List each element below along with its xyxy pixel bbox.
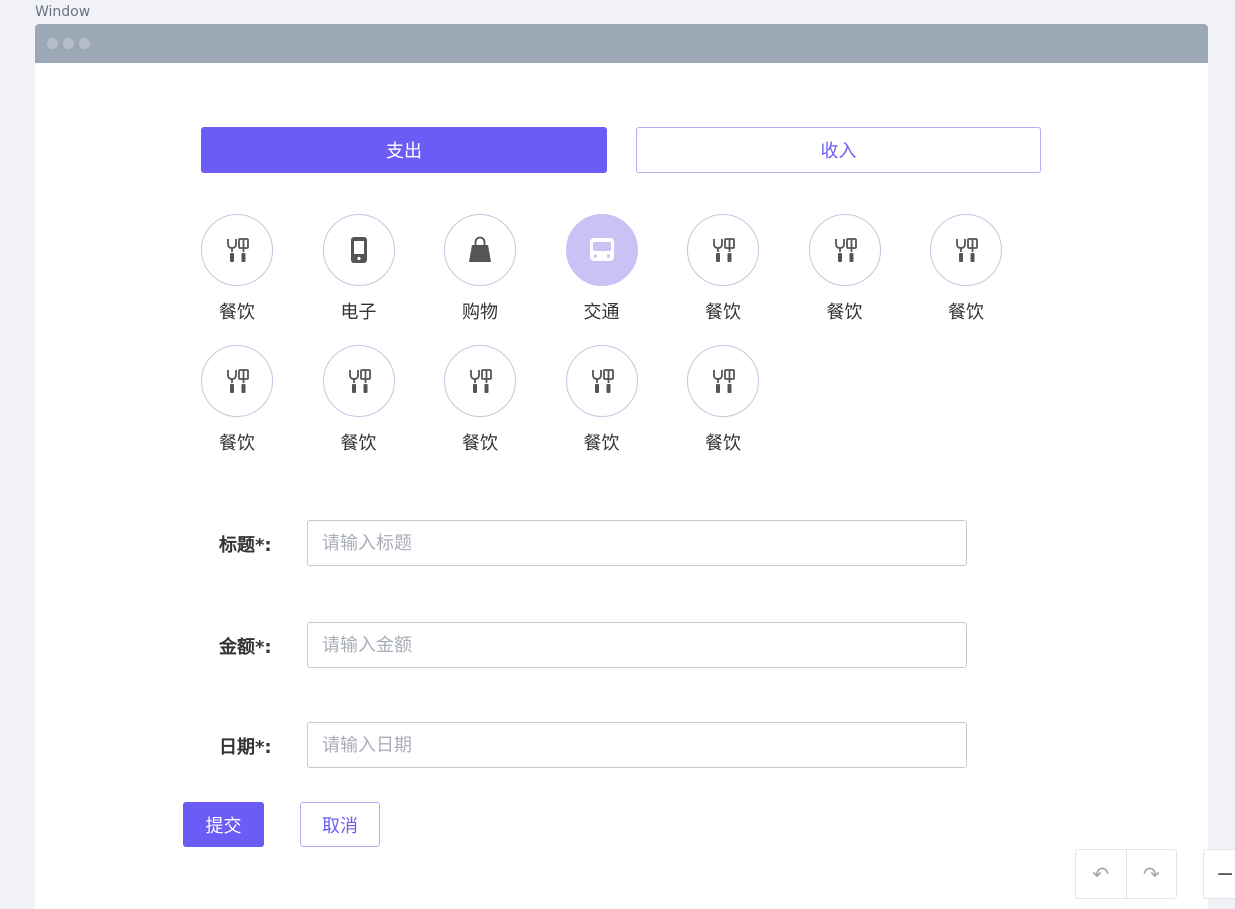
- title-input[interactable]: [307, 520, 967, 566]
- category-item[interactable]: 餐饮: [201, 345, 273, 455]
- tab-expense[interactable]: 支出: [201, 127, 607, 173]
- category-icon-circle: [930, 214, 1002, 286]
- amount-row: 金额*:: [201, 622, 1001, 668]
- category-item[interactable]: 电子: [322, 214, 395, 324]
- category-item[interactable]: 餐饮: [930, 214, 1002, 324]
- undo-redo-group: ↶ ↷: [1075, 849, 1177, 899]
- shopping-bag-icon: [464, 234, 496, 266]
- utensils-icon: [221, 365, 253, 397]
- category-label: 餐饮: [583, 433, 620, 454]
- category-item[interactable]: 餐饮: [687, 214, 759, 324]
- category-icon-circle: [444, 345, 516, 417]
- category-item[interactable]: 交通: [565, 214, 638, 324]
- app-window: 支出 收入 餐饮电子购物交通餐饮餐饮餐饮餐饮餐饮餐饮餐饮餐饮 标题*: 金额*:…: [35, 24, 1208, 909]
- redo-icon[interactable]: ↷: [1125, 850, 1177, 898]
- utensils-icon: [343, 365, 375, 397]
- category-item[interactable]: 餐饮: [201, 214, 273, 324]
- tab-income[interactable]: 收入: [636, 127, 1041, 173]
- category-icon-circle: [322, 214, 395, 286]
- window-dot-icon[interactable]: [79, 38, 90, 49]
- category-label: 餐饮: [340, 433, 377, 454]
- category-icon-circle: [444, 214, 516, 286]
- category-item[interactable]: 购物: [444, 214, 516, 324]
- utensils-icon: [829, 234, 861, 266]
- category-item[interactable]: 餐饮: [322, 345, 395, 455]
- category-icon-circle: [322, 345, 395, 417]
- category-icon-circle: [808, 214, 881, 286]
- category-item[interactable]: 餐饮: [444, 345, 516, 455]
- date-label: 日期*:: [219, 737, 272, 758]
- category-label: 购物: [462, 302, 498, 323]
- category-icon-circle: [687, 345, 759, 417]
- date-input[interactable]: [307, 722, 967, 768]
- bus-icon: [584, 232, 620, 268]
- category-label: 交通: [583, 302, 620, 323]
- date-row: 日期*:: [201, 722, 1001, 768]
- phone-icon: [343, 234, 375, 266]
- category-label: 餐饮: [826, 302, 863, 323]
- window-label: Window: [35, 4, 91, 20]
- category-icon-circle: [565, 345, 638, 417]
- category-label: 餐饮: [705, 433, 741, 454]
- type-tabs: 支出 收入: [201, 127, 1041, 173]
- utensils-icon: [464, 365, 496, 397]
- title-row: 标题*:: [201, 520, 1001, 566]
- category-icon-circle: [565, 214, 638, 286]
- category-icon-circle: [201, 345, 273, 417]
- category-item[interactable]: 餐饮: [687, 345, 759, 455]
- window-titlebar: [35, 24, 1208, 63]
- utensils-icon: [221, 234, 253, 266]
- amount-input[interactable]: [307, 622, 967, 668]
- utensils-icon: [707, 234, 739, 266]
- zoom-out-button[interactable]: −: [1203, 849, 1235, 899]
- category-icon-circle: [687, 214, 759, 286]
- category-label: 餐饮: [948, 302, 984, 323]
- undo-icon[interactable]: ↶: [1076, 850, 1126, 898]
- category-icon-circle: [201, 214, 273, 286]
- category-label: 餐饮: [219, 302, 255, 323]
- submit-button[interactable]: 提交: [183, 802, 264, 847]
- title-label: 标题*:: [219, 535, 272, 556]
- category-label: 餐饮: [219, 433, 255, 454]
- utensils-icon: [586, 365, 618, 397]
- cancel-button[interactable]: 取消: [300, 802, 380, 847]
- category-label: 餐饮: [462, 433, 498, 454]
- category-label: 电子: [340, 302, 377, 323]
- utensils-icon: [950, 234, 982, 266]
- window-dot-icon[interactable]: [63, 38, 74, 49]
- category-item[interactable]: 餐饮: [808, 214, 881, 324]
- window-dot-icon[interactable]: [47, 38, 58, 49]
- utensils-icon: [707, 365, 739, 397]
- amount-label: 金额*:: [219, 637, 272, 658]
- category-label: 餐饮: [705, 302, 741, 323]
- category-item[interactable]: 餐饮: [565, 345, 638, 455]
